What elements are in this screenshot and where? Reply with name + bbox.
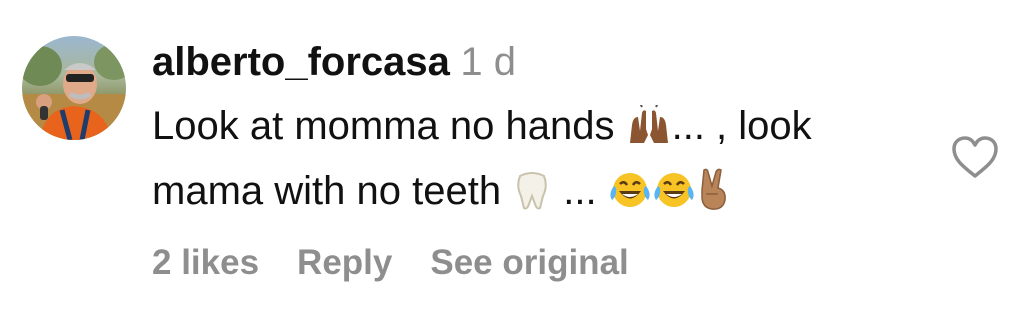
comment-text-segment: ... (552, 169, 608, 213)
likes-count-link[interactable]: 2 likes (152, 243, 259, 282)
see-original-button[interactable]: See original (430, 243, 628, 282)
comment-text-segment: Look at momma no hands (152, 104, 626, 148)
comment-header: alberto_forcasa 1 d (152, 38, 516, 95)
comment-text-segment: mama with no teeth (152, 169, 513, 213)
victory-hand-emoji-icon (696, 168, 730, 227)
comment-actions: 2 likes Reply See original (152, 238, 667, 288)
comment-text-line-2: mama with no teeth ... (152, 162, 942, 227)
tooth-emoji-icon (512, 168, 552, 227)
tears-of-joy-emoji-icon (608, 168, 652, 227)
avatar-photo (22, 44, 126, 140)
heart-outline-icon[interactable] (950, 134, 1000, 180)
comment-text-segment: ... , look (671, 104, 812, 148)
comment-text: Look at momma no hands ... , look mama w… (152, 97, 942, 227)
username-link[interactable]: alberto_forcasa (152, 40, 450, 84)
tears-of-joy-emoji-icon (652, 168, 696, 227)
avatar[interactable] (22, 36, 126, 140)
raising-hands-emoji-icon (626, 101, 672, 162)
comment-text-line-1: Look at momma no hands ... , look (152, 97, 942, 162)
comment-item: alberto_forcasa 1 d Look at momma no han… (0, 0, 1024, 320)
timestamp: 1 d (460, 40, 516, 84)
reply-button[interactable]: Reply (297, 243, 392, 282)
